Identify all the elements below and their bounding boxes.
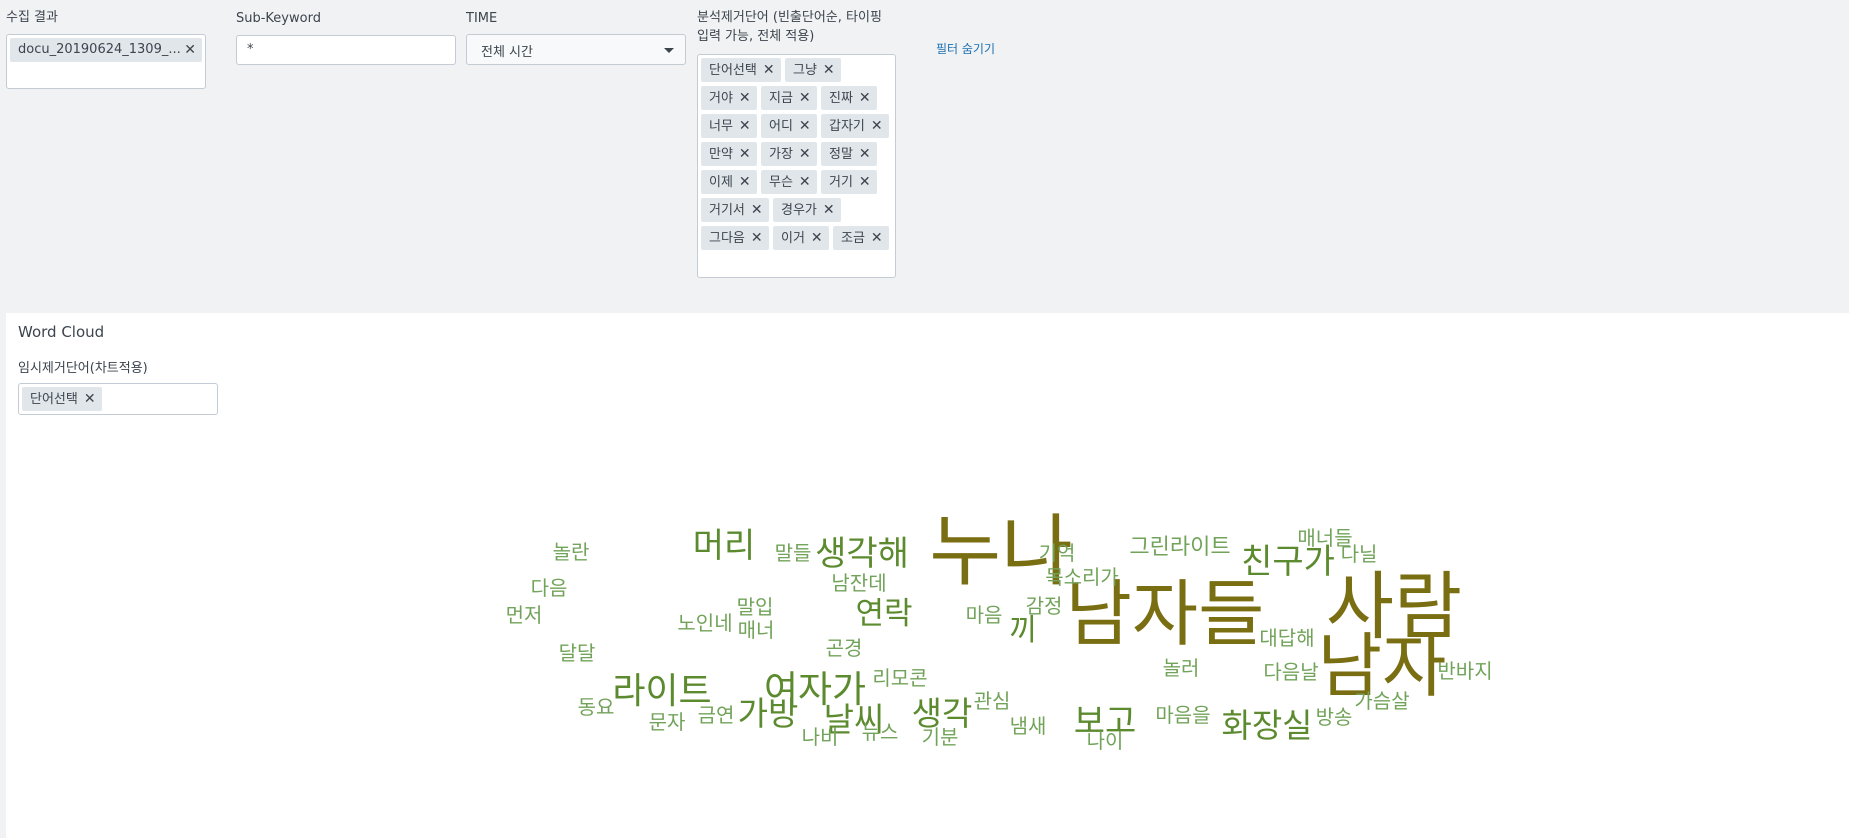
stopword-chip[interactable]: 그다음 ✕ bbox=[701, 226, 769, 250]
stopword-chip[interactable]: 진짜 ✕ bbox=[821, 86, 877, 110]
stopword-chip-label: 정말 bbox=[829, 147, 853, 162]
stopword-chip-label: 거기서 bbox=[709, 203, 745, 218]
stopword-chip[interactable]: 거기서 ✕ bbox=[701, 198, 769, 222]
stopword-chip-label: 이제 bbox=[709, 175, 733, 190]
hide-filters-link[interactable]: 필터 숨기기 bbox=[936, 40, 995, 57]
stopword-chip-label: 이거 bbox=[781, 231, 805, 246]
stopword-chip-label: 갑자기 bbox=[829, 119, 865, 134]
stopword-chip[interactable]: 지금 ✕ bbox=[761, 86, 817, 110]
stopword-chip[interactable]: 무슨 ✕ bbox=[761, 170, 817, 194]
close-icon[interactable]: ✕ bbox=[859, 86, 871, 110]
stopword-chip[interactable]: 단어선택 ✕ bbox=[701, 58, 781, 82]
subkeyword-label: Sub-Keyword bbox=[236, 11, 321, 26]
close-icon[interactable]: ✕ bbox=[739, 114, 751, 138]
stopword-chip[interactable]: 조금 ✕ bbox=[833, 226, 889, 250]
stopword-chip-label: 어디 bbox=[769, 119, 793, 134]
subkeyword-value: * bbox=[247, 42, 254, 57]
stopword-chip[interactable]: 경우가 ✕ bbox=[773, 198, 841, 222]
stopword-chip[interactable]: 가장 ✕ bbox=[761, 142, 817, 166]
temp-chip[interactable]: 단어선택 ✕ bbox=[22, 387, 102, 411]
stopword-chip[interactable]: 정말 ✕ bbox=[821, 142, 877, 166]
subkeyword-input[interactable]: * bbox=[236, 35, 456, 65]
close-icon[interactable]: ✕ bbox=[763, 58, 775, 82]
close-icon[interactable]: ✕ bbox=[184, 38, 196, 62]
close-icon[interactable]: ✕ bbox=[859, 170, 871, 194]
stopwords-label: 분석제거단어 (빈출단어순, 타이핑 입력 가능, 전체 적용) bbox=[697, 8, 882, 46]
panel-title: Word Cloud bbox=[18, 323, 105, 341]
collection-chip[interactable]: docu_20190624_1309_... ✕ bbox=[10, 38, 202, 62]
temp-stopwords-label: 임시제거단어(차트적용) bbox=[18, 361, 148, 376]
close-icon[interactable]: ✕ bbox=[823, 58, 835, 82]
close-icon[interactable]: ✕ bbox=[739, 142, 751, 166]
stopword-chip-label: 거기 bbox=[829, 175, 853, 190]
close-icon[interactable]: ✕ bbox=[859, 142, 871, 166]
stopword-chip[interactable]: 갑자기 ✕ bbox=[821, 114, 889, 138]
close-icon[interactable]: ✕ bbox=[751, 198, 763, 222]
temp-stopwords-multiselect[interactable]: 단어선택 ✕ bbox=[18, 383, 218, 415]
time-dropdown[interactable]: 전체 시간 bbox=[466, 34, 686, 65]
close-icon[interactable]: ✕ bbox=[823, 198, 835, 222]
close-icon[interactable]: ✕ bbox=[739, 86, 751, 110]
close-icon[interactable]: ✕ bbox=[799, 170, 811, 194]
stopword-chip-label: 그냥 bbox=[793, 63, 817, 78]
collection-chip-label: docu_20190624_1309_... bbox=[18, 42, 181, 57]
collection-multiselect[interactable]: docu_20190624_1309_... ✕ bbox=[6, 34, 206, 89]
close-icon[interactable]: ✕ bbox=[739, 170, 751, 194]
stopword-chip-label: 진짜 bbox=[829, 91, 853, 106]
stopword-chip-label: 경우가 bbox=[781, 203, 817, 218]
stopword-chip-label: 조금 bbox=[841, 231, 865, 246]
stopword-chip[interactable]: 거야 ✕ bbox=[701, 86, 757, 110]
stopword-chip-label: 그다음 bbox=[709, 231, 745, 246]
close-icon[interactable]: ✕ bbox=[751, 226, 763, 250]
stopword-chip[interactable]: 너무 ✕ bbox=[701, 114, 757, 138]
stopword-chip-label: 만약 bbox=[709, 147, 733, 162]
close-icon[interactable]: ✕ bbox=[799, 142, 811, 166]
close-icon[interactable]: ✕ bbox=[871, 226, 883, 250]
stopword-chip-label: 무슨 bbox=[769, 175, 793, 190]
temp-chip-label: 단어선택 bbox=[30, 392, 78, 407]
time-label: TIME bbox=[466, 11, 498, 26]
stopword-chip[interactable]: 거기 ✕ bbox=[821, 170, 877, 194]
chevron-down-icon bbox=[664, 48, 674, 53]
close-icon[interactable]: ✕ bbox=[811, 226, 823, 250]
collection-label: 수집 결과 bbox=[6, 10, 58, 25]
stopwords-label-line2: 입력 가능, 전체 적용) bbox=[697, 29, 815, 44]
stopword-chip[interactable]: 어디 ✕ bbox=[761, 114, 817, 138]
stopword-chip-label: 가장 bbox=[769, 147, 793, 162]
stopword-chip[interactable]: 만약 ✕ bbox=[701, 142, 757, 166]
stopwords-multiselect[interactable]: 단어선택 ✕ 그냥 ✕ 거야 ✕ 지금 ✕ 진짜 ✕ 너무 ✕ 어디 ✕ 갑자기 ✕ 만약 ✕ 가장 ✕ 정말 ✕ 이제 ✕ 무… bbox=[697, 54, 896, 278]
close-icon[interactable]: ✕ bbox=[799, 114, 811, 138]
stopword-chip[interactable]: 이거 ✕ bbox=[773, 226, 829, 250]
close-icon[interactable]: ✕ bbox=[871, 114, 883, 138]
stopword-chip[interactable]: 그냥 ✕ bbox=[785, 58, 841, 82]
stopword-chip-label: 너무 bbox=[709, 119, 733, 134]
stopword-chip-label: 거야 bbox=[709, 91, 733, 106]
time-value: 전체 시간 bbox=[481, 45, 533, 60]
stopword-chip-label: 단어선택 bbox=[709, 63, 757, 78]
close-icon[interactable]: ✕ bbox=[84, 387, 96, 411]
word-cloud-panel: Word Cloud 임시제거단어(차트적용) 단어선택 ✕ bbox=[6, 313, 1849, 838]
stopword-chip[interactable]: 이제 ✕ bbox=[701, 170, 757, 194]
stopword-chip-label: 지금 bbox=[769, 91, 793, 106]
stopwords-label-line1: 분석제거단어 (빈출단어순, 타이핑 bbox=[697, 10, 882, 25]
close-icon[interactable]: ✕ bbox=[799, 86, 811, 110]
